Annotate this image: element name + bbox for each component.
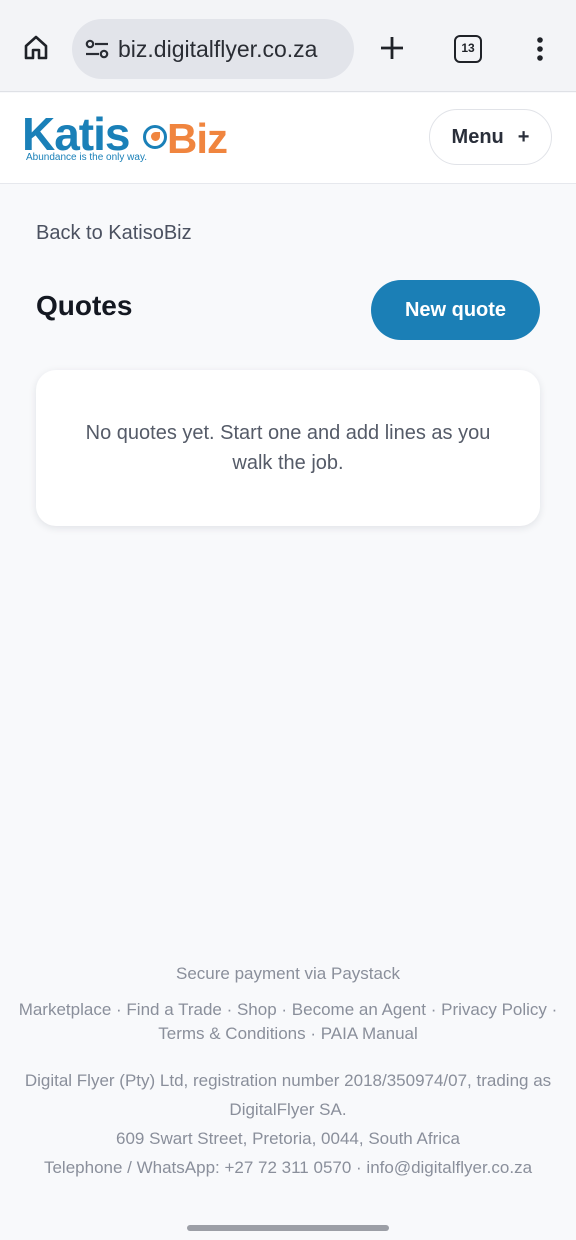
more-vert-icon[interactable] (530, 36, 550, 62)
tabs-icon[interactable]: 13 (454, 35, 482, 63)
footer-link-marketplace[interactable]: Marketplace (19, 1000, 112, 1019)
back-link[interactable]: Back to KatisoBiz (36, 222, 192, 245)
address-bar[interactable]: biz.digitalflyer.co.za (72, 19, 354, 79)
new-quote-button[interactable]: New quote (371, 280, 540, 340)
footer-link-become-an-agent[interactable]: Become an Agent (292, 1000, 426, 1019)
footer-links: Marketplace · Find a Trade · Shop · Beco… (18, 1000, 558, 1043)
logo-accent-text: Biz (167, 115, 228, 162)
empty-state-card: No quotes yet. Start one and add lines a… (36, 370, 540, 526)
empty-state-message: No quotes yet. Start one and add lines a… (85, 422, 491, 474)
company-contact: Telephone / WhatsApp: +27 72 311 0570 · … (43, 1158, 533, 1177)
katisobiz-logo[interactable]: Katis Biz Abundance is the only way. (22, 108, 236, 163)
gesture-navigation-bar[interactable] (187, 1225, 389, 1231)
payment-note: Secure payment via Paystack (176, 964, 400, 983)
new-tab-plus-icon[interactable] (378, 34, 406, 62)
logo-tagline: Abundance is the only way. (26, 152, 148, 163)
plus-icon: + (517, 125, 530, 148)
home-icon[interactable] (22, 34, 50, 62)
footer-link-shop[interactable]: Shop (237, 1000, 277, 1019)
footer-link-find-a-trade[interactable]: Find a Trade (126, 1000, 221, 1019)
page-title: Quotes (36, 290, 133, 321)
company-address: 609 Swart Street, Pretoria, 0044, South … (116, 1129, 460, 1148)
company-info: Digital Flyer (Pty) Ltd, registration nu… (0, 1066, 576, 1182)
footer-link-paia-manual[interactable]: PAIA Manual (321, 1024, 418, 1043)
footer-link-privacy-policy[interactable]: Privacy Policy (441, 1000, 547, 1019)
menu-button[interactable]: Menu + (429, 109, 552, 165)
url-text[interactable]: biz.digitalflyer.co.za (118, 36, 348, 63)
site-footer: Secure payment via Paystack Marketplace … (0, 962, 576, 1182)
company-registration: Digital Flyer (Pty) Ltd, registration nu… (24, 1071, 552, 1090)
company-trading-name: DigitalFlyer SA. (229, 1100, 347, 1119)
footer-link-terms[interactable]: Terms & Conditions (158, 1024, 305, 1043)
menu-label: Menu (451, 125, 504, 148)
browser-toolbar: biz.digitalflyer.co.za 13 (0, 0, 576, 92)
page-info-icon[interactable] (84, 37, 110, 61)
globe-icon (143, 125, 167, 149)
